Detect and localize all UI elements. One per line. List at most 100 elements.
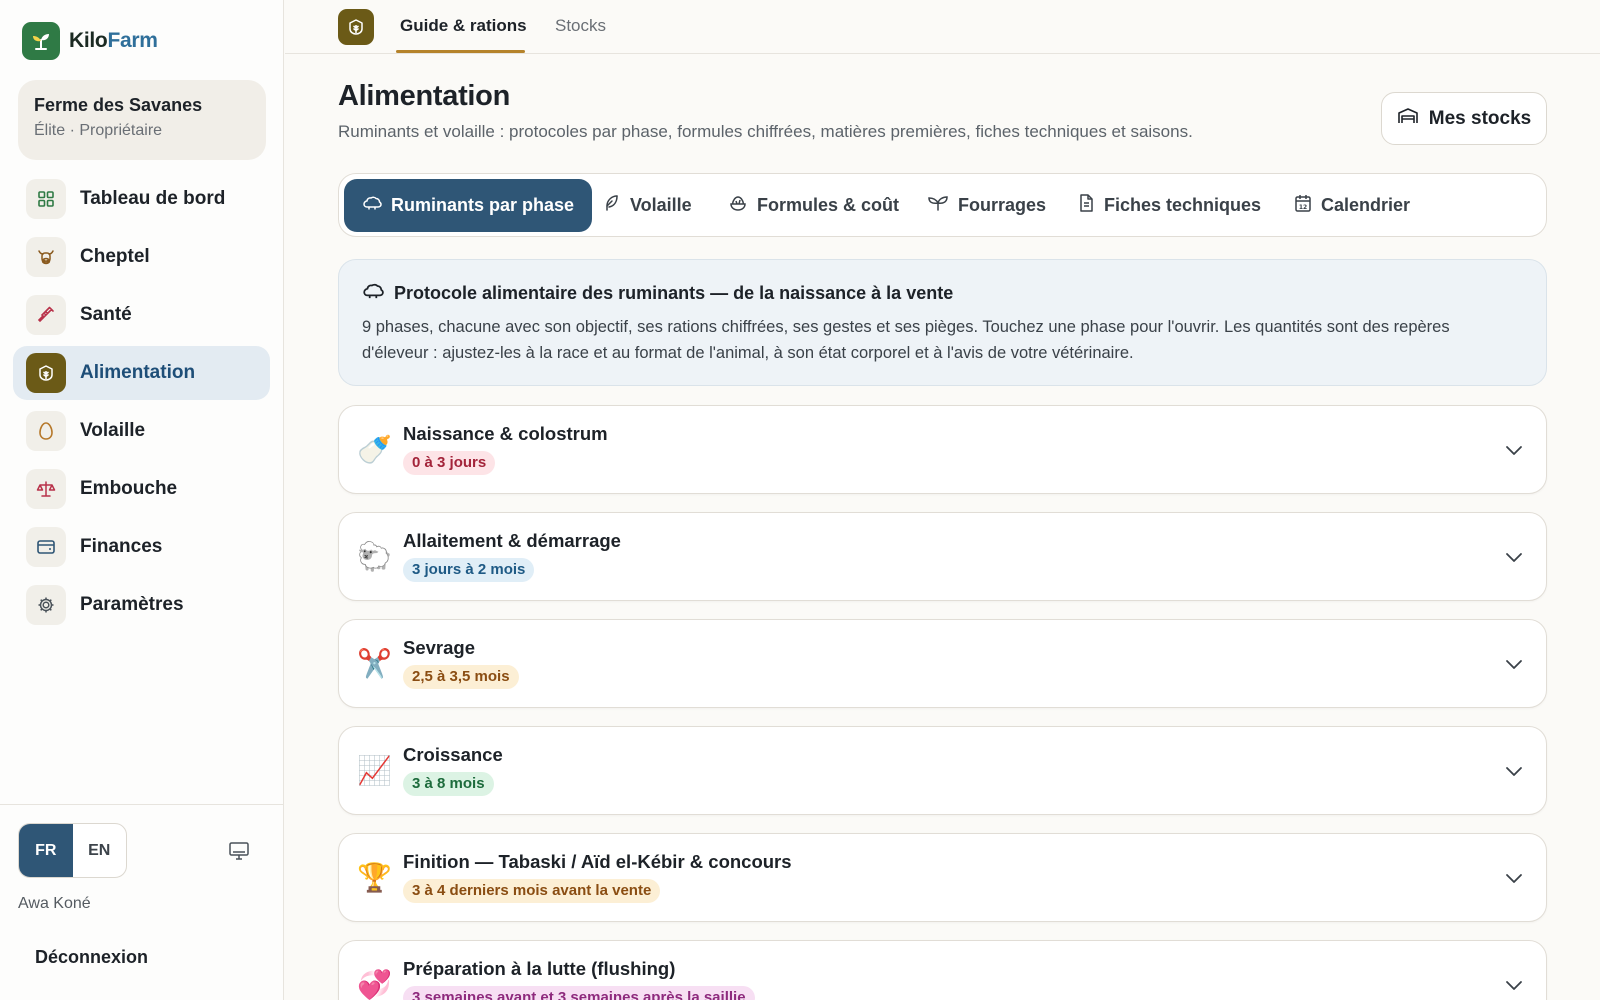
egg-icon bbox=[26, 411, 66, 451]
sidebar-item-finances[interactable]: Finances bbox=[13, 520, 270, 574]
info-title-text: Protocole alimentaire des ruminants — de… bbox=[394, 283, 954, 303]
phase-card[interactable]: 💞 Préparation à la lutte (flushing) 3 sema… bbox=[338, 940, 1547, 1000]
sidebar-nav: Tableau de bord Cheptel Santé Alimentati… bbox=[13, 172, 270, 636]
sidebar-item-cheptel[interactable]: Cheptel bbox=[13, 230, 270, 284]
sidebar: KiloFarm Ferme des Savanes Élite · Propr… bbox=[0, 0, 284, 1000]
phase-emoji-icon: 💞 bbox=[357, 969, 392, 1000]
phase-card[interactable]: 🍼 Naissance & colostrum 0 à 3 jours bbox=[338, 405, 1547, 494]
sprout-logo-icon bbox=[22, 22, 60, 60]
page-subtitle: Ruminants et volaille : protocoles par p… bbox=[338, 122, 1193, 141]
active-tab-indicator bbox=[396, 50, 525, 53]
subtab-label: Fourrages bbox=[958, 195, 1047, 215]
warehouse-icon bbox=[1397, 107, 1419, 131]
phase-title: Finition — Tabaski / Aïd el-Kébir & conc… bbox=[403, 851, 792, 872]
svg-text:12: 12 bbox=[1299, 204, 1307, 211]
brand-name: KiloFarm bbox=[69, 29, 158, 53]
bowl-icon bbox=[728, 193, 748, 218]
sidebar-item-embouche[interactable]: Embouche bbox=[13, 462, 270, 516]
calendar-icon: 12 bbox=[1294, 193, 1312, 218]
cow-icon bbox=[26, 237, 66, 277]
sidebar-item-label: Paramètres bbox=[80, 594, 184, 615]
top-tabbar: Guide & rations Stocks bbox=[285, 0, 1600, 54]
subtab-formules[interactable]: Formules & coût bbox=[728, 179, 899, 232]
phase-duration-badge: 3 jours à 2 mois bbox=[403, 558, 535, 582]
dashboard-icon bbox=[26, 179, 66, 219]
subtab-label: Calendrier bbox=[1321, 195, 1411, 215]
scale-icon bbox=[26, 469, 66, 509]
chevron-down-icon[interactable] bbox=[1502, 866, 1526, 890]
phase-duration-badge: 3 semaines avant et 3 semaines après la … bbox=[403, 986, 755, 1000]
language-switcher: FR EN bbox=[18, 823, 127, 878]
sidebar-item-label: Finances bbox=[80, 536, 163, 557]
sidebar-item-alimentation[interactable]: Alimentation bbox=[13, 346, 270, 400]
phase-emoji-icon: 🏆 bbox=[357, 862, 392, 893]
sidebar-item-label: Alimentation bbox=[80, 362, 196, 383]
sidebar-item-parametres[interactable]: Paramètres bbox=[13, 578, 270, 632]
brand-name-part1: Kilo bbox=[69, 29, 108, 52]
tab-guide-rations[interactable]: Guide & rations bbox=[400, 16, 527, 36]
language-fr-button[interactable]: FR bbox=[19, 824, 73, 877]
phase-title: Sevrage bbox=[403, 637, 475, 658]
chevron-down-icon[interactable] bbox=[1502, 545, 1526, 569]
phase-duration-badge: 2,5 à 3,5 mois bbox=[403, 665, 519, 689]
subtab-calendrier[interactable]: 12 Calendrier bbox=[1294, 179, 1410, 232]
phase-emoji-icon: 🐑 bbox=[357, 541, 392, 572]
sprout-icon bbox=[927, 194, 949, 217]
phase-title: Préparation à la lutte (flushing) bbox=[403, 958, 676, 979]
monitor-icon bbox=[228, 841, 250, 866]
brand-name-part2: Farm bbox=[107, 29, 158, 52]
farm-selector[interactable]: Ferme des Savanes Élite · Propriétaire bbox=[18, 80, 266, 160]
phase-title: Allaitement & démarrage bbox=[403, 530, 621, 551]
ruminant-icon bbox=[362, 195, 382, 216]
chevron-down-icon[interactable] bbox=[1502, 652, 1526, 676]
my-stocks-button[interactable]: Mes stocks bbox=[1381, 92, 1547, 145]
user-name: Awa Koné bbox=[18, 895, 91, 912]
brand[interactable]: KiloFarm bbox=[22, 22, 158, 60]
phase-duration-badge: 0 à 3 jours bbox=[403, 451, 496, 475]
page-title: Alimentation bbox=[338, 80, 511, 112]
subtab-fourrages[interactable]: Fourrages bbox=[927, 179, 1046, 232]
phase-emoji-icon: 🍼 bbox=[357, 434, 392, 465]
info-text: 9 phases, chacune avec son objectif, ses… bbox=[362, 318, 1450, 362]
sidebar-item-label: Tableau de bord bbox=[80, 188, 226, 209]
subtab-fiches[interactable]: Fiches techniques bbox=[1077, 179, 1261, 232]
phase-card[interactable]: ✂️ Sevrage 2,5 à 3,5 mois bbox=[338, 619, 1547, 708]
wallet-icon bbox=[26, 527, 66, 567]
phase-duration-badge: 3 à 4 derniers mois avant la vente bbox=[403, 879, 661, 903]
chevron-down-icon[interactable] bbox=[1502, 973, 1526, 997]
feed-section-icon bbox=[338, 9, 374, 45]
sidebar-item-volaille[interactable]: Volaille bbox=[13, 404, 270, 458]
phase-emoji-icon: ✂️ bbox=[357, 648, 392, 679]
feed-subtabs: Ruminants par phase Volaille Formules & … bbox=[338, 173, 1547, 237]
sidebar-footer: FR EN Awa Koné Déconnexion bbox=[0, 804, 284, 1000]
sidebar-item-label: Santé bbox=[80, 304, 132, 325]
sidebar-item-sante[interactable]: Santé bbox=[13, 288, 270, 342]
info-title: Protocole alimentaire des ruminants — de… bbox=[362, 282, 1523, 305]
tab-stocks[interactable]: Stocks bbox=[555, 16, 606, 36]
phase-title: Croissance bbox=[403, 744, 503, 765]
gear-icon bbox=[26, 585, 66, 625]
ruminant-icon bbox=[362, 282, 384, 305]
logout-button[interactable]: Déconnexion bbox=[35, 947, 148, 968]
language-en-button[interactable]: EN bbox=[73, 824, 127, 877]
document-icon bbox=[1077, 193, 1095, 218]
phase-emoji-icon: 📈 bbox=[357, 755, 392, 786]
sidebar-item-label: Embouche bbox=[80, 478, 178, 499]
subtab-label: Formules & coût bbox=[757, 195, 900, 215]
phase-card[interactable]: 📈 Croissance 3 à 8 mois bbox=[338, 726, 1547, 815]
subtab-label: Volaille bbox=[630, 195, 692, 215]
phase-card[interactable]: 🏆 Finition — Tabaski / Aïd el-Kébir & con… bbox=[338, 833, 1547, 922]
my-stocks-label: Mes stocks bbox=[1428, 107, 1532, 129]
subtab-ruminants[interactable]: Ruminants par phase bbox=[344, 179, 593, 232]
sidebar-item-label: Volaille bbox=[80, 420, 146, 441]
phase-card[interactable]: 🐑 Allaitement & démarrage 3 jours à 2 mois bbox=[338, 512, 1547, 601]
farm-role: Élite · Propriétaire bbox=[34, 122, 163, 139]
subtab-volaille[interactable]: Volaille bbox=[601, 179, 692, 232]
protocol-info-card: Protocole alimentaire des ruminants — de… bbox=[338, 259, 1547, 386]
sidebar-item-label: Cheptel bbox=[80, 246, 150, 267]
chevron-down-icon[interactable] bbox=[1502, 759, 1526, 783]
display-mode-button[interactable] bbox=[225, 841, 253, 865]
chevron-down-icon[interactable] bbox=[1502, 438, 1526, 462]
sidebar-item-tableau-de-bord[interactable]: Tableau de bord bbox=[13, 172, 270, 226]
syringe-icon bbox=[26, 295, 66, 335]
